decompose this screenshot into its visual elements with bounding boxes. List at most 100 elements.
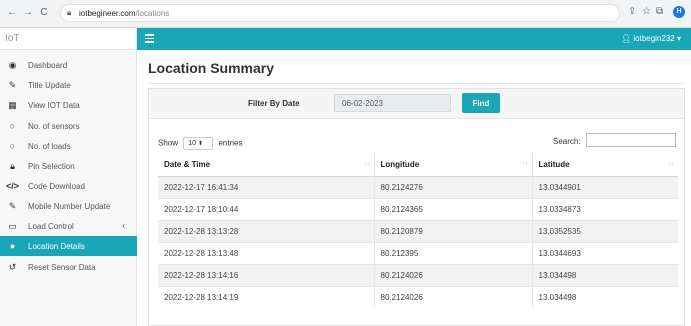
reload-icon[interactable]: C [38, 7, 50, 19]
page-title: Location Summary [148, 60, 275, 76]
dashboard-icon: ◉ [8, 59, 17, 70]
column-header-label: Latitude [538, 159, 570, 169]
column-header-label: Longitude [380, 159, 420, 169]
circle-icon: ○ [9, 141, 16, 151]
sidebar-item-label: Location Details [28, 241, 85, 251]
find-button[interactable]: Find [462, 93, 500, 113]
cell-date-time: 2022-12-28 13:13:48 [158, 241, 375, 264]
sidebar-item-code-download[interactable]: </> Code Download [0, 176, 137, 196]
date-filter-input[interactable] [334, 94, 451, 112]
entries-value: 10 [188, 140, 197, 147]
cell-latitude: 13.0344693 [532, 241, 678, 264]
sidebar-item-label: View IOT Data [28, 100, 80, 110]
brand-name: IoT [5, 33, 20, 44]
forward-icon[interactable]: → [22, 7, 34, 19]
hamburger-menu-icon[interactable] [145, 34, 154, 43]
cell-latitude: 13.034498 [532, 263, 678, 286]
url-text: iotbegineer.com/locations [79, 9, 169, 18]
sidebar-item-label: No. of sensors [28, 121, 80, 131]
cell-latitude: 13.0352535 [532, 219, 678, 242]
sidebar: ◉ Dashboard ✎ Title Update ▦ View IOT Da… [0, 50, 137, 326]
share-icon[interactable]: ⇪ [628, 6, 636, 18]
url-domain: iotbegineer.com [79, 9, 136, 18]
sort-icon: ↑↓ [668, 161, 674, 167]
back-icon[interactable]: ← [6, 7, 18, 19]
sidebar-item-label: Code Download [28, 181, 85, 191]
select-arrows-icon: ⬍ [198, 141, 204, 147]
circle-icon: ○ [9, 121, 16, 131]
entries-label: entries [218, 138, 243, 148]
cell-latitude: 13.034498 [532, 285, 678, 308]
column-header-latitude[interactable]: Latitude ↑↓ [532, 153, 678, 177]
chevron-left-icon: ‹ [122, 221, 125, 230]
sidebar-item-title-update[interactable]: ✎ Title Update [0, 75, 137, 95]
sidebar-item-no-of-loads[interactable]: ○ No. of loads [0, 136, 137, 156]
cell-longitude: 80.212395 [374, 241, 533, 264]
cell-date-time: 2022-12-28 13:13:28 [158, 219, 375, 242]
entries-select[interactable]: 10 ⬍ [183, 137, 214, 150]
table-row: 2022-12-17 18:10:44 80.2124365 13.033487… [158, 197, 678, 220]
cell-longitude: 80.2124026 [374, 285, 533, 308]
sidebar-item-reset-sensor-data[interactable]: ↺ Reset Sensor Data [0, 257, 137, 277]
reset-icon: ↺ [8, 261, 17, 272]
cell-longitude: 80.2124365 [374, 197, 533, 220]
title-divider [148, 83, 685, 84]
table-row: 2022-12-28 13:14:19 80.2124026 13.034498 [158, 285, 678, 308]
user-name: iotbegin232 [633, 34, 675, 43]
chevron-down-icon: ▾ [676, 34, 681, 43]
sidebar-item-pin-selection[interactable]: 🔒︎ Pin Selection [0, 156, 137, 176]
cell-longitude: 80.2124026 [374, 263, 533, 286]
show-entries: Show 10 ⬍ entries [158, 137, 243, 150]
table-icon: ▦ [8, 99, 17, 110]
cell-date-time: 2022-12-17 16:41:34 [158, 175, 375, 198]
url-path: /locations [135, 9, 170, 18]
star-icon[interactable]: ☆ [642, 6, 651, 18]
sidebar-item-label: Reset Sensor Data [28, 262, 96, 272]
cell-date-time: 2022-12-17 18:10:44 [158, 197, 375, 220]
profile-avatar[interactable]: H [673, 6, 685, 18]
window-icon: ▭ [8, 220, 17, 231]
table-header-row: Date & Time ↑↓ Longitude ↑↓ Latitude ↑↓ [158, 153, 678, 177]
sidebar-item-label: Load Control [28, 221, 74, 231]
code-icon: </> [6, 181, 20, 191]
sidebar-item-label: Pin Selection [28, 161, 75, 171]
user-icon: 👤︎ [620, 34, 632, 43]
lock-icon: 🔒︎ [10, 160, 15, 171]
column-header-date-time[interactable]: Date & Time ↑↓ [158, 153, 375, 177]
search-label: Search: [553, 137, 581, 146]
column-header-label: Date & Time [164, 159, 211, 169]
sidebar-item-dashboard[interactable]: ◉ Dashboard [0, 55, 137, 75]
browser-toolbar: ← → C 🔒︎ iotbegineer.com/locations ⇪ ☆ ⧉… [0, 0, 691, 28]
search-input[interactable] [586, 133, 676, 147]
table-row: 2022-12-17 16:41:34 80.2124276 13.034490… [158, 175, 678, 198]
cell-longitude: 80.2124276 [374, 175, 533, 198]
sidebar-item-mobile-number-update[interactable]: ✎ Mobile Number Update [0, 196, 137, 216]
show-label: Show [158, 138, 179, 148]
lock-icon: 🔒︎ [67, 8, 72, 17]
sort-icon: ↑↓ [363, 161, 370, 167]
edit-icon: ✎ [8, 79, 17, 90]
cell-date-time: 2022-12-28 13:14:19 [158, 285, 375, 308]
sidebar-item-view-iot-data[interactable]: ▦ View IOT Data [0, 95, 137, 115]
column-header-longitude[interactable]: Longitude ↑↓ [374, 153, 533, 177]
cell-latitude: 13.0334873 [532, 197, 678, 220]
sort-icon: ↑↓ [521, 161, 528, 167]
sidebar-item-location-details[interactable]: ● Location Details [0, 236, 137, 256]
cell-latitude: 13.0344901 [532, 175, 678, 198]
extensions-icon[interactable]: ⧉ [656, 6, 663, 18]
sidebar-item-no-of-sensors[interactable]: ○ No. of sensors [0, 116, 137, 136]
filter-bar: Filter By Date Find [149, 89, 684, 119]
sidebar-item-load-control[interactable]: ▭ Load Control ‹ [0, 216, 137, 236]
sidebar-item-label: Dashboard [28, 60, 68, 70]
location-panel: Filter By Date Find Show 10 ⬍ entries Se… [148, 88, 685, 326]
user-menu[interactable]: 👤︎ iotbegin232 ▾ [621, 34, 681, 43]
top-navbar: 👤︎ iotbegin232 ▾ [137, 28, 691, 50]
sidebar-item-label: Mobile Number Update [28, 201, 111, 211]
address-bar[interactable]: 🔒︎ iotbegineer.com/locations [60, 4, 620, 22]
cell-longitude: 80.2120879 [374, 219, 533, 242]
filter-label: Filter By Date [248, 99, 300, 108]
table-row: 2022-12-28 13:13:28 80.2120879 13.035253… [158, 219, 678, 242]
main-content: Location Summary Filter By Date Find Sho… [137, 50, 691, 326]
map-marker-icon: ● [9, 241, 16, 251]
brand-area: IoT [0, 28, 137, 50]
